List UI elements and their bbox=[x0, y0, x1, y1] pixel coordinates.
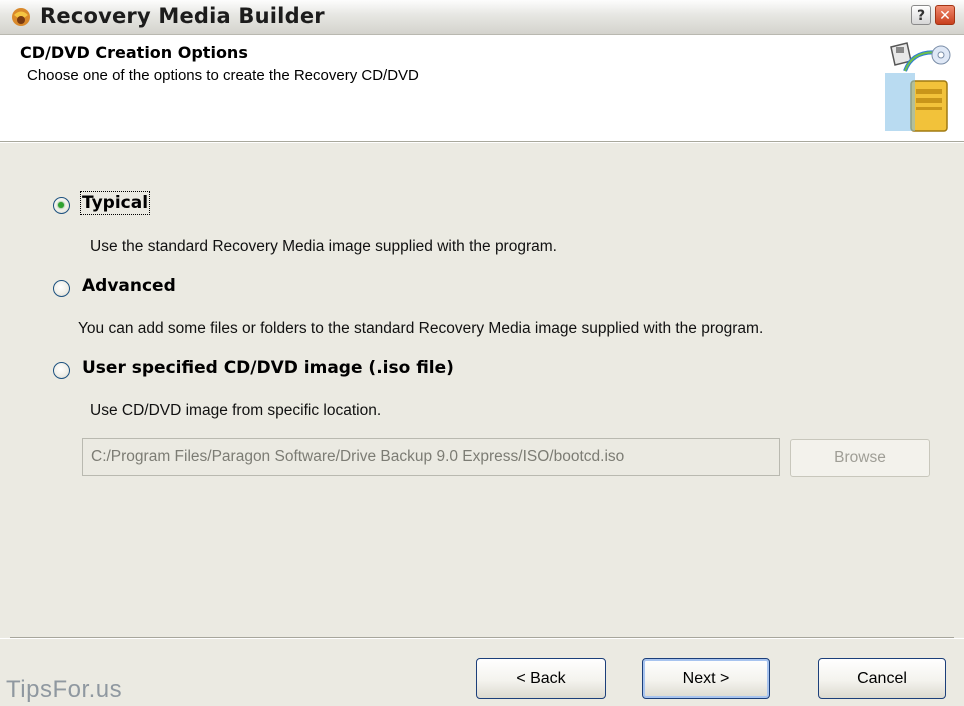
option-advanced-description: You can add some files or folders to the… bbox=[78, 320, 764, 337]
wizard-body bbox=[0, 142, 964, 638]
option-typical-description: Use the standard Recovery Media image su… bbox=[90, 238, 557, 255]
radio-user-specified[interactable] bbox=[53, 362, 70, 379]
watermark: TipsFor.us bbox=[6, 676, 123, 703]
option-user-specified-description: Use CD/DVD image from specific location. bbox=[90, 402, 382, 419]
page-title: CD/DVD Creation Options bbox=[20, 43, 248, 62]
help-icon[interactable]: ? bbox=[911, 5, 931, 25]
page-subtitle: Choose one of the options to create the … bbox=[27, 67, 419, 84]
cancel-button[interactable]: Cancel bbox=[818, 658, 946, 699]
title-bar: Recovery Media Builder ? ✕ bbox=[0, 0, 964, 35]
option-advanced-label[interactable]: Advanced bbox=[82, 276, 176, 296]
window-title: Recovery Media Builder bbox=[40, 4, 325, 28]
radio-advanced[interactable] bbox=[53, 280, 70, 297]
app-icon bbox=[12, 8, 30, 26]
browse-button[interactable]: Browse bbox=[790, 439, 930, 477]
close-icon[interactable]: ✕ bbox=[935, 5, 955, 25]
iso-path-field[interactable]: C:/Program Files/Paragon Software/Drive … bbox=[82, 438, 780, 476]
option-user-specified-label[interactable]: User specified CD/DVD image (.iso file) bbox=[82, 358, 454, 378]
recovery-media-graphic bbox=[885, 42, 951, 132]
next-button[interactable]: Next > bbox=[642, 658, 770, 699]
back-button[interactable]: < Back bbox=[476, 658, 606, 699]
radio-typical[interactable] bbox=[53, 197, 70, 214]
option-typical-label[interactable]: Typical bbox=[79, 191, 151, 215]
